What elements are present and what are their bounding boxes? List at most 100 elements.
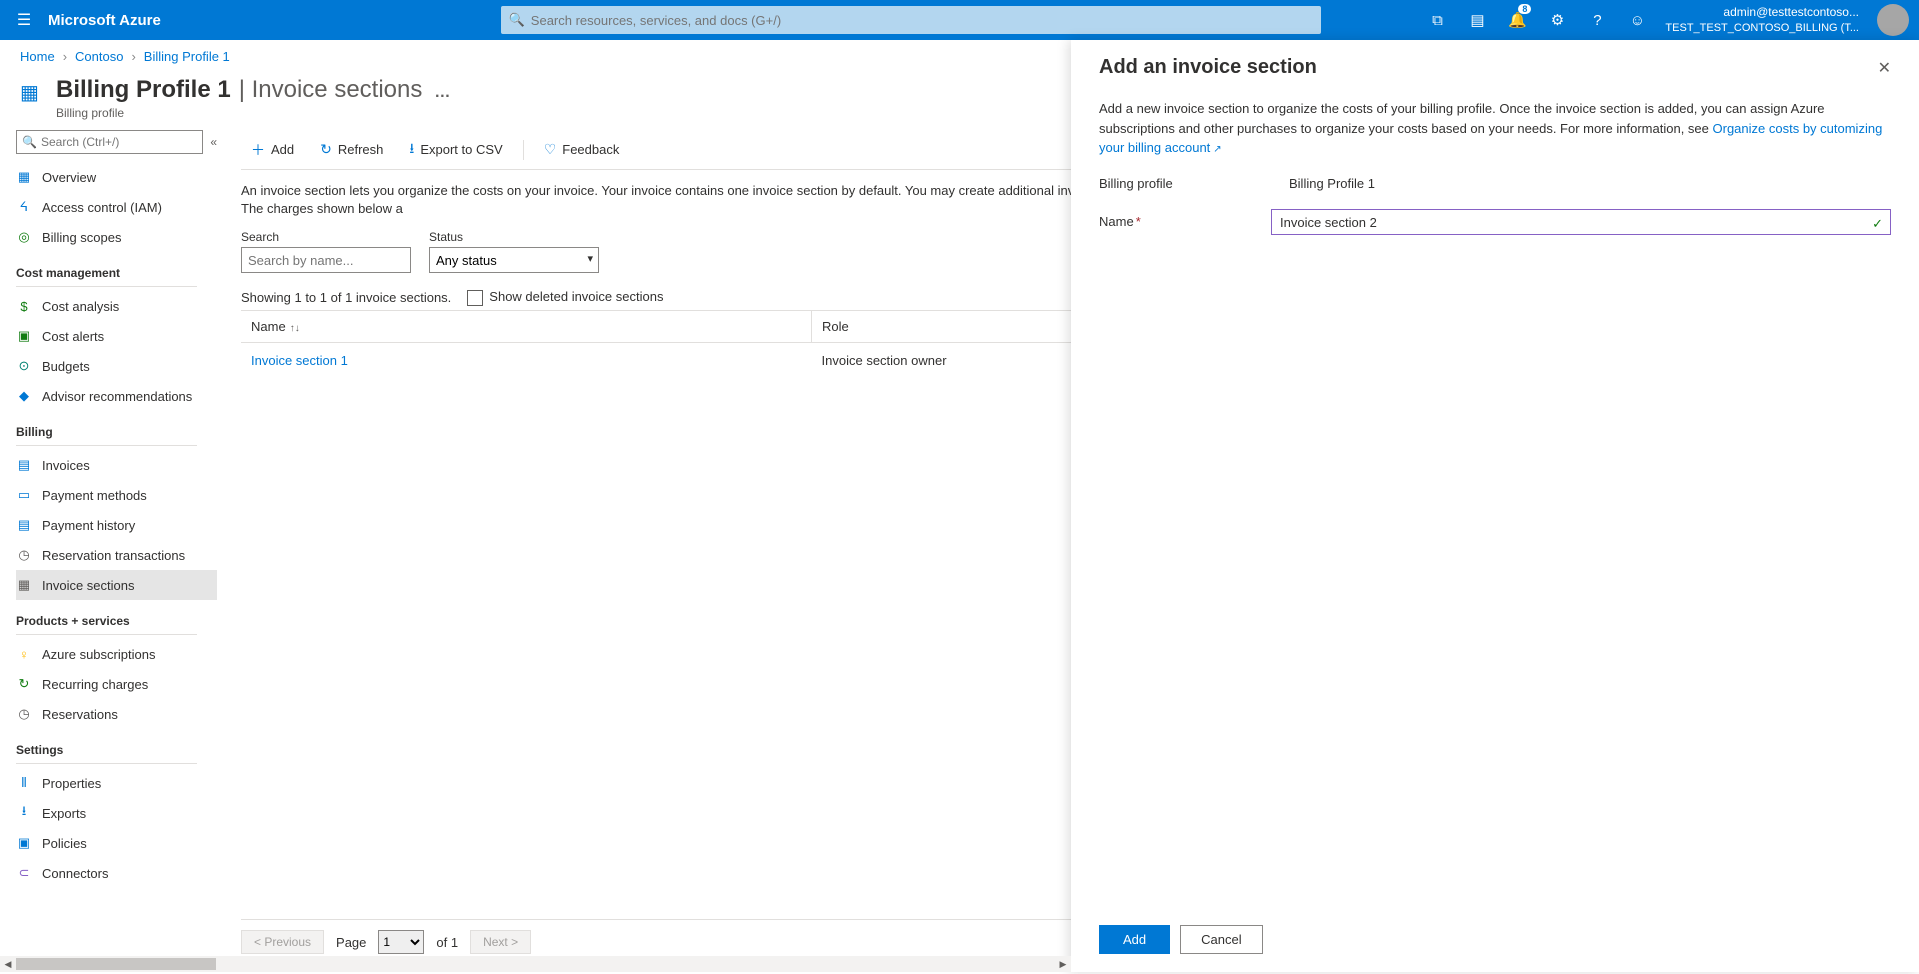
external-link-icon: ↗ [1213, 144, 1221, 155]
sidebar-item[interactable]: ♀ Azure subscriptions [16, 639, 217, 669]
hamburger-icon[interactable]: ☰ [0, 10, 48, 30]
sidebar-item-icon: ▤ [16, 457, 32, 473]
sidebar-item-icon: $ [16, 299, 32, 314]
col-name[interactable]: Name↑↓ [241, 310, 812, 342]
brand-label[interactable]: Microsoft Azure [48, 12, 181, 29]
sidebar-item[interactable]: ▤ Invoices [16, 450, 217, 480]
sidebar-item[interactable]: ▭ Payment methods [16, 480, 217, 510]
sidebar-item-label: Policies [42, 836, 87, 851]
sidebar-search-input[interactable] [16, 130, 203, 154]
sidebar-group-header: Products + services [16, 614, 217, 628]
breadcrumb-item[interactable]: Home [20, 49, 55, 64]
sidebar-item-icon: ▭ [16, 487, 32, 503]
sidebar-item-label: Exports [42, 806, 86, 821]
name-label: Name [1099, 214, 1134, 229]
global-header: ☰ Microsoft Azure 🔍 ⧉ ▤ 🔔8 ⚙ ? ☺ admin@t… [0, 0, 1919, 40]
sidebar-item-label: Billing scopes [42, 230, 122, 245]
search-filter-input[interactable] [241, 247, 411, 273]
page-title-sub: Invoice sections [252, 76, 423, 103]
sidebar-item-label: Cost analysis [42, 299, 119, 314]
sidebar-item-label: Budgets [42, 359, 90, 374]
sidebar-item[interactable]: ⭳Exports [16, 798, 217, 828]
sidebar-item-label: Azure subscriptions [42, 647, 155, 662]
sidebar-item[interactable]: ↻Recurring charges [16, 669, 217, 699]
sidebar-item-icon: ♀ [16, 647, 32, 662]
sidebar-item-icon: ⊙ [16, 358, 32, 374]
billing-profile-label: Billing profile [1099, 174, 1289, 194]
sidebar-item[interactable]: ▦Overview [16, 162, 217, 192]
prev-page-button[interactable]: < Previous [241, 930, 324, 954]
sidebar-collapse-icon[interactable]: « [210, 135, 217, 149]
sidebar-item[interactable]: ⊂Connectors [16, 858, 217, 888]
sidebar-item-icon: ⦀ [16, 775, 32, 791]
close-icon[interactable]: ✕ [1878, 58, 1891, 78]
sidebar-item-icon: ▣ [16, 835, 32, 851]
scroll-thumb[interactable] [16, 958, 216, 970]
sidebar-item[interactable]: ᔦAccess control (IAM) [16, 192, 217, 222]
cloud-shell-icon[interactable]: ⧉ [1417, 0, 1457, 40]
sidebar-item-label: Reservation transactions [42, 548, 185, 563]
download-icon: ⭳ [409, 138, 414, 162]
sidebar-item[interactable]: ▣ Policies [16, 828, 217, 858]
next-page-button[interactable]: Next > [470, 930, 531, 954]
page-subtitle: Billing profile [56, 106, 450, 120]
sidebar-search-row: 🔍 « [16, 130, 217, 154]
global-search[interactable]: 🔍 [501, 6, 1321, 34]
page-select[interactable]: 1 [378, 930, 424, 954]
sidebar-item-label: Invoices [42, 458, 90, 473]
scroll-left-icon[interactable]: ◀ [0, 956, 16, 972]
sidebar-item[interactable]: ▦Invoice sections [16, 570, 217, 600]
sidebar-item[interactable]: ◎Billing scopes [16, 222, 217, 252]
sidebar-item-icon: ᔦ [16, 199, 32, 215]
global-search-input[interactable] [501, 6, 1321, 34]
add-button[interactable]: ＋Add [241, 134, 304, 166]
name-input[interactable] [1271, 209, 1891, 235]
feedback-button[interactable]: ♡Feedback [534, 134, 630, 166]
invoice-section-link[interactable]: Invoice section 1 [251, 353, 348, 368]
help-icon[interactable]: ? [1577, 0, 1617, 40]
sidebar-group-header: Settings [16, 743, 217, 757]
more-actions-icon[interactable]: … [434, 84, 450, 102]
sidebar-item[interactable]: ⦀ Properties [16, 768, 217, 798]
notifications-icon[interactable]: 🔔8 [1497, 0, 1537, 40]
export-csv-button[interactable]: ⭳Export to CSV [399, 134, 512, 166]
refresh-icon: ↻ [320, 141, 332, 158]
sidebar-item[interactable]: ▤Payment history [16, 510, 217, 540]
required-indicator: * [1136, 214, 1141, 229]
add-submit-button[interactable]: Add [1099, 925, 1170, 954]
heart-icon: ♡ [544, 141, 557, 158]
account-email: admin@testtestcontoso... [1665, 5, 1859, 21]
sidebar-item-label: Properties [42, 776, 101, 791]
cancel-button[interactable]: Cancel [1180, 925, 1262, 954]
sidebar-item-label: Reservations [42, 707, 118, 722]
page-total: of 1 [436, 935, 458, 950]
sidebar-item-label: Advisor recommendations [42, 389, 192, 404]
sidebar-item-label: Payment methods [42, 488, 147, 503]
breadcrumb-item[interactable]: Billing Profile 1 [144, 49, 230, 64]
sidebar-item[interactable]: ◷Reservations [16, 699, 217, 729]
settings-gear-icon[interactable]: ⚙ [1537, 0, 1577, 40]
directory-filter-icon[interactable]: ▤ [1457, 0, 1497, 40]
valid-check-icon: ✓ [1872, 214, 1883, 234]
show-deleted-toggle[interactable]: Show deleted invoice sections [467, 289, 663, 306]
refresh-button[interactable]: ↻Refresh [310, 134, 393, 166]
checkbox-icon [467, 290, 483, 306]
sidebar-item-icon: ▦ [16, 169, 32, 185]
sidebar-item-label: Payment history [42, 518, 135, 533]
status-filter-select[interactable]: Any status [429, 247, 599, 273]
sidebar-item[interactable]: ▣Cost alerts [16, 321, 217, 351]
sidebar-item-icon: ▣ [16, 328, 32, 344]
account-info[interactable]: admin@testtestcontoso... TEST_TEST_CONTO… [1657, 5, 1867, 35]
feedback-icon[interactable]: ☺ [1617, 0, 1657, 40]
sidebar-item[interactable]: ⊙ Budgets [16, 351, 217, 381]
sidebar-item[interactable]: ◆Advisor recommendations [16, 381, 217, 411]
sidebar-item[interactable]: ◷Reservation transactions [16, 540, 217, 570]
breadcrumb-item[interactable]: Contoso [75, 49, 123, 64]
search-icon: 🔍 [509, 12, 525, 28]
sidebar-group-header: Billing [16, 425, 217, 439]
avatar[interactable] [1877, 4, 1909, 36]
resource-icon: ▦ [20, 80, 44, 104]
scroll-right-icon[interactable]: ▶ [1055, 956, 1071, 972]
sidebar-item[interactable]: $ Cost analysis [16, 291, 217, 321]
horizontal-scrollbar[interactable]: ◀ ▶ [0, 956, 1071, 972]
